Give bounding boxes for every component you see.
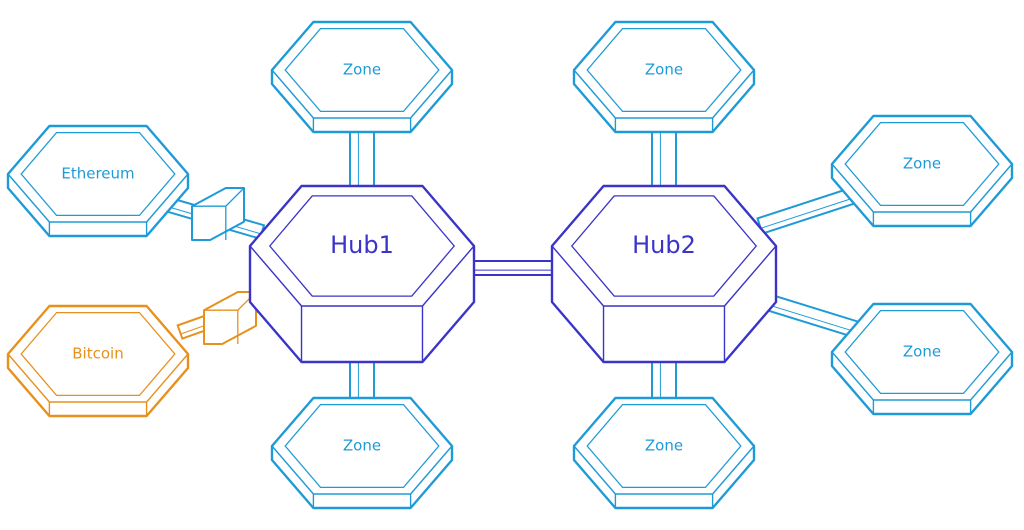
zone-zone-hub1-top[interactable]: Zone [270,20,454,134]
node-outline [248,184,476,364]
zone-hub2-right-top-label: Zone [903,155,941,173]
bitcoin-peg-zone-cube [203,291,257,345]
zone-hub2-top-label: Zone [645,61,683,79]
zone-bitcoin[interactable]: Bitcoin [6,304,190,418]
zone-zone-hub2-top[interactable]: Zone [572,20,756,134]
zone-hub2-bottom-label: Zone [645,437,683,455]
connector-hub1-hub2 [469,260,557,276]
zone-ethereum[interactable]: Ethereum [6,124,190,238]
hub-hub2[interactable]: Hub2 [550,184,778,364]
bitcoin-label: Bitcoin [72,345,123,363]
zone-zone-hub2-right-top[interactable]: Zone [830,114,1014,228]
zone-zone-hub2-bottom[interactable]: Zone [572,396,756,510]
node-outline [550,184,778,364]
hub-zone-diagram: Zone Zone Ethereum Bitcoin Zone Zone Zone Zone H… [6,20,1014,510]
zone-hub1-bottom-label: Zone [343,437,381,455]
hub-hub1[interactable]: Hub1 [248,184,476,364]
zone-zone-hub1-bottom[interactable]: Zone [270,396,454,510]
hub2-label: Hub2 [632,231,696,259]
zone-hub1-top-label: Zone [343,61,381,79]
zone-zone-hub2-right-bottom[interactable]: Zone [830,302,1014,416]
zone-hub2-right-bottom-label: Zone [903,343,941,361]
ethereum-label: Ethereum [61,165,134,183]
hub1-label: Hub1 [330,231,394,259]
